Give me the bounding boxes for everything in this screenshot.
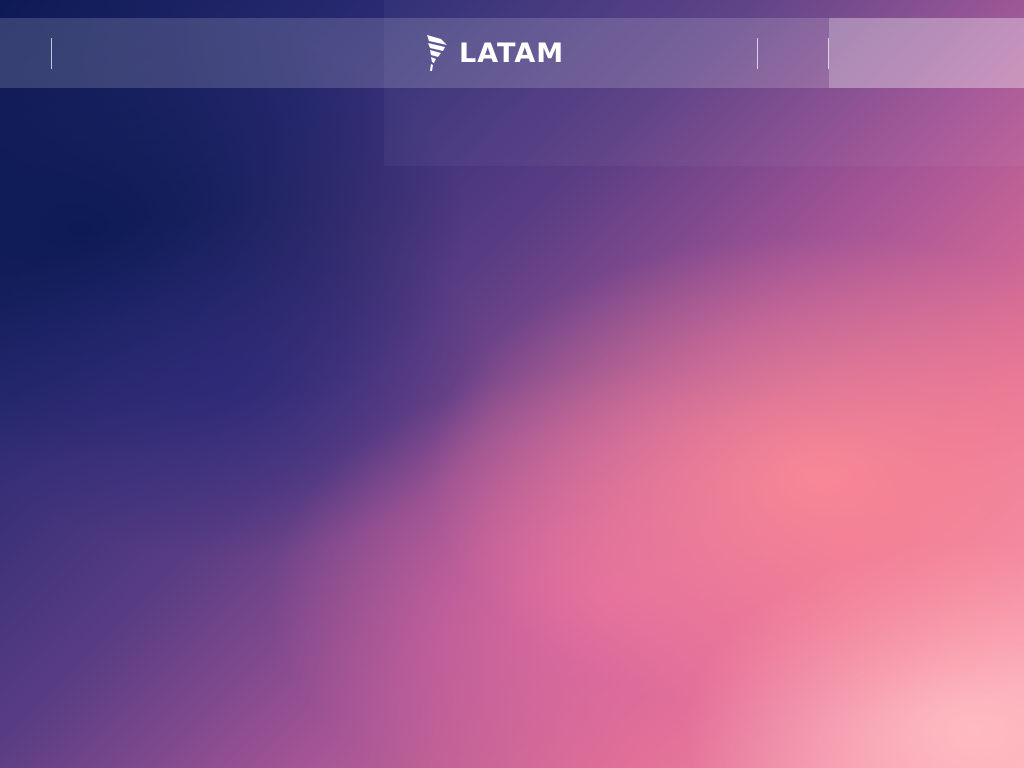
brand-name: LATAM [459,37,565,69]
header-right-panel[interactable] [829,18,1024,88]
page-background: LATAM [0,0,1024,768]
nav-divider-right [757,38,758,69]
nav-divider-left [51,38,52,69]
top-navigation-bar: LATAM [0,18,1024,88]
brand-logo[interactable]: LATAM [425,33,564,73]
latam-logo-icon [427,35,447,71]
